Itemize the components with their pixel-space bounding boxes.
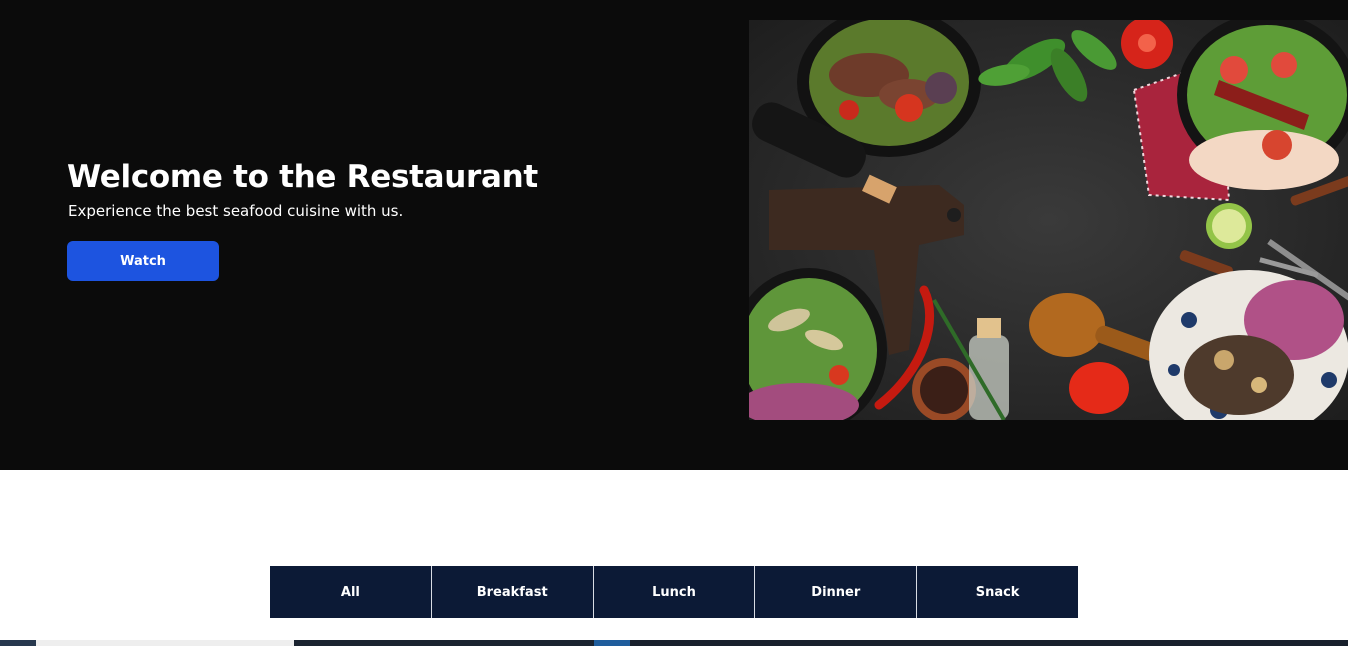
hero-subtitle: Experience the best seafood cuisine with… (68, 202, 404, 220)
preview-item (294, 640, 594, 646)
hero-section: Welcome to the Restaurant Experience the… (0, 0, 1348, 470)
menu-category-tabs: All Breakfast Lunch Dinner Snack (270, 566, 1078, 618)
tab-dinner[interactable]: Dinner (755, 566, 918, 618)
preview-item (594, 640, 630, 646)
menu-items-preview-strip (0, 640, 1348, 646)
watch-button[interactable]: Watch (67, 241, 219, 281)
hero-title: Welcome to the Restaurant (67, 159, 538, 195)
tab-lunch[interactable]: Lunch (593, 566, 756, 618)
tab-snack[interactable]: Snack (917, 566, 1078, 618)
tab-breakfast[interactable]: Breakfast (431, 566, 594, 618)
preview-item (630, 640, 1348, 646)
hero-text: Welcome to the Restaurant Experience the… (67, 157, 538, 221)
preview-item (0, 640, 36, 646)
preview-item (36, 640, 294, 646)
food-spread-image (749, 20, 1348, 420)
tab-all[interactable]: All (270, 566, 432, 618)
